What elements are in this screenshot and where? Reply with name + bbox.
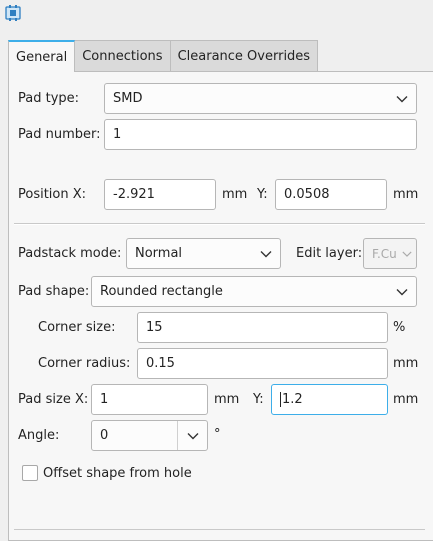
pad-number-input[interactable]: 1 bbox=[104, 119, 417, 150]
chevron-down-icon bbox=[260, 250, 272, 257]
chevron-down-icon bbox=[396, 288, 408, 295]
pad-type-value: SMD bbox=[113, 91, 143, 106]
pad-size-y-input[interactable]: 1.2 bbox=[271, 384, 388, 415]
angle-label: Angle: bbox=[18, 428, 60, 443]
bottom-divider bbox=[14, 529, 425, 530]
pad-number-value: 1 bbox=[113, 127, 122, 142]
position-y-unit: mm bbox=[393, 187, 419, 202]
text-caret bbox=[280, 392, 281, 407]
pad-size-x-unit: mm bbox=[214, 392, 240, 407]
chevron-down-icon bbox=[402, 251, 412, 257]
pad-size-x-input[interactable]: 1 bbox=[91, 384, 208, 415]
corner-size-input[interactable]: 15 bbox=[137, 312, 388, 343]
corner-size-value: 15 bbox=[146, 320, 163, 335]
corner-radius-label: Corner radius: bbox=[38, 356, 131, 371]
pad-size-x-value: 1 bbox=[100, 392, 109, 407]
corner-size-label: Corner size: bbox=[38, 320, 116, 335]
tab-clearance-overrides[interactable]: Clearance Overrides bbox=[169, 40, 319, 71]
pad-shape-label: Pad shape: bbox=[18, 284, 90, 299]
padstack-mode-label: Padstack mode: bbox=[18, 246, 122, 261]
angle-dropdown-button[interactable] bbox=[177, 421, 207, 450]
pad-shape-value: Rounded rectangle bbox=[100, 284, 223, 299]
edit-layer-label: Edit layer: bbox=[296, 246, 363, 261]
corner-radius-input[interactable]: 0.15 bbox=[137, 348, 388, 379]
app-icon bbox=[5, 5, 21, 21]
position-y-input[interactable]: 0.0508 bbox=[275, 179, 387, 210]
position-x-unit: mm bbox=[222, 187, 248, 202]
edit-layer-select[interactable]: F.Cu bbox=[363, 238, 417, 269]
pad-number-label: Pad number: bbox=[18, 127, 101, 142]
padstack-mode-select[interactable]: Normal bbox=[126, 238, 281, 269]
angle-combo[interactable]: 0 bbox=[91, 420, 208, 451]
pad-size-x-label: Pad size X: bbox=[18, 392, 89, 407]
position-x-input[interactable]: -2.921 bbox=[104, 179, 216, 210]
corner-size-unit: % bbox=[393, 320, 406, 335]
title-bar bbox=[0, 0, 433, 28]
position-y-value: 0.0508 bbox=[284, 187, 330, 202]
position-y-label: Y: bbox=[257, 187, 268, 202]
corner-radius-value: 0.15 bbox=[146, 356, 175, 371]
pad-size-y-value: 1.2 bbox=[282, 392, 303, 407]
angle-value: 0 bbox=[100, 428, 109, 443]
tab-bar: General Connections Clearance Overrides bbox=[8, 40, 319, 72]
pad-size-y-unit: mm bbox=[393, 392, 419, 407]
pad-type-select[interactable]: SMD bbox=[104, 83, 417, 114]
tab-general[interactable]: General bbox=[8, 40, 76, 72]
angle-unit: ° bbox=[214, 427, 221, 442]
pad-shape-select[interactable]: Rounded rectangle bbox=[91, 276, 417, 307]
pad-size-y-label: Y: bbox=[253, 392, 264, 407]
chevron-down-icon bbox=[396, 95, 408, 102]
pad-type-label: Pad type: bbox=[18, 91, 80, 106]
offset-shape-label[interactable]: Offset shape from hole bbox=[43, 466, 192, 481]
offset-shape-checkbox[interactable] bbox=[22, 465, 38, 481]
chevron-down-icon bbox=[187, 432, 198, 439]
edit-layer-value: F.Cu bbox=[372, 246, 397, 261]
tab-connections[interactable]: Connections bbox=[74, 40, 171, 71]
position-x-label: Position X: bbox=[18, 187, 87, 202]
padstack-mode-value: Normal bbox=[135, 246, 183, 261]
corner-radius-unit: mm bbox=[393, 356, 419, 371]
position-x-value: -2.921 bbox=[113, 187, 155, 202]
divider bbox=[14, 223, 425, 225]
